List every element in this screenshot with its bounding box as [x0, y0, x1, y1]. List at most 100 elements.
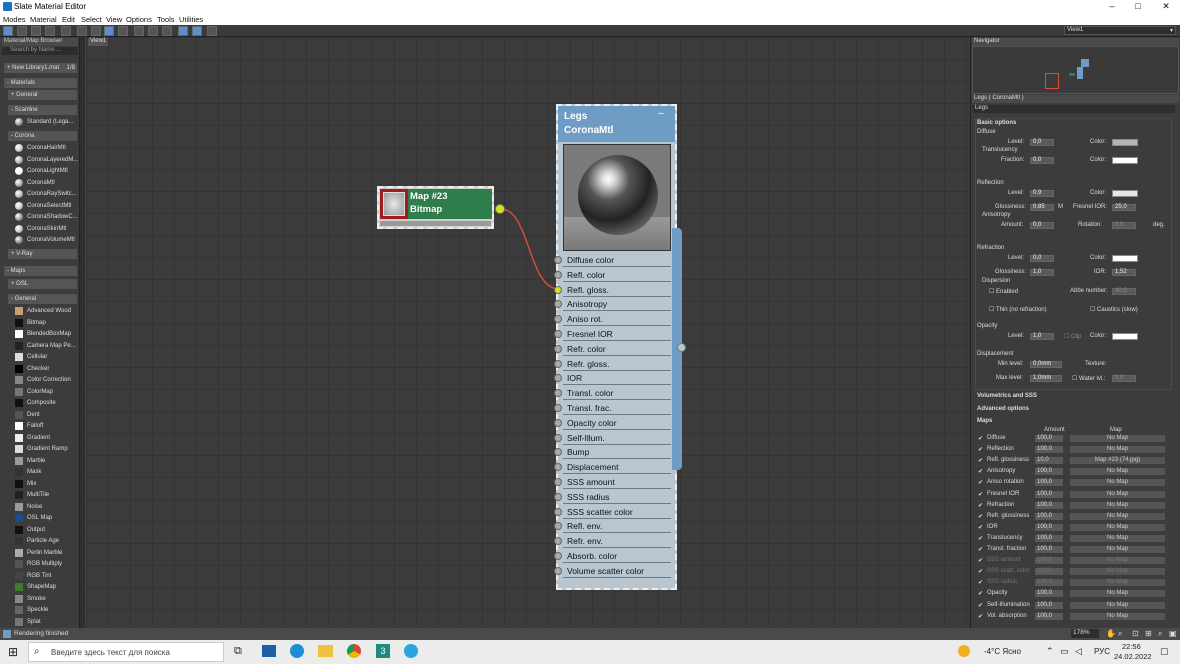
material-slot[interactable]: Transl. color — [563, 386, 671, 401]
map-item[interactable]: RGB Tint — [4, 571, 77, 581]
map-slot-button[interactable]: No Map — [1070, 435, 1165, 442]
menu-tools[interactable]: Tools — [157, 15, 175, 24]
pan-icon[interactable]: ✋ — [1106, 629, 1116, 638]
map-slot-amount[interactable]: 100,0 — [1035, 579, 1063, 587]
refr-color-swatch[interactable] — [1112, 255, 1138, 262]
aniso-rotation-input[interactable]: 0,0 — [1112, 222, 1136, 229]
map-item[interactable]: Particle Age — [4, 536, 77, 546]
fresnel-input[interactable]: 25,0 — [1112, 204, 1136, 211]
show-background-icon[interactable] — [118, 26, 128, 36]
map-slot-amount[interactable]: 100,0 — [1035, 534, 1063, 542]
map-slot-button[interactable]: No Map — [1070, 568, 1165, 576]
map-slot-amount[interactable]: 100,0 — [1035, 590, 1063, 598]
water-level-input[interactable]: 0,0 — [1112, 375, 1136, 382]
slot-input-port[interactable] — [554, 478, 562, 486]
map-slot-amount[interactable]: 100,0 — [1035, 435, 1063, 442]
vray-group[interactable]: + V-Ray — [8, 249, 77, 259]
map-item[interactable]: Checker — [4, 364, 77, 374]
map-slot-button[interactable]: No Map — [1070, 601, 1165, 609]
windows-start-icon[interactable]: ⊞ — [8, 645, 18, 659]
material-slot[interactable]: Aniso rot. — [563, 312, 671, 327]
task-view-icon[interactable]: ⧉ — [234, 645, 242, 658]
telegram-icon[interactable] — [404, 644, 418, 658]
corona-material-item[interactable]: CoronaVolumeMtl — [4, 235, 77, 245]
material-name-field[interactable]: Legs — [973, 105, 1175, 113]
map-slot-checkbox[interactable]: ✔ — [978, 514, 984, 520]
material-slot[interactable]: Bump — [563, 445, 671, 460]
layout-all-icon[interactable] — [134, 26, 144, 36]
map-slot-checkbox[interactable]: ✔ — [978, 492, 984, 498]
corona-material-item[interactable]: CoronaHairMtl — [4, 143, 77, 153]
menu-material[interactable]: Material — [30, 15, 57, 24]
slot-input-port[interactable] — [554, 285, 562, 294]
slot-input-port[interactable] — [554, 492, 562, 501]
move-children-icon[interactable] — [77, 26, 87, 36]
map-item[interactable]: Advanced Wood — [4, 306, 77, 316]
map-slot-amount[interactable]: 100,0 — [1035, 612, 1063, 620]
map-item[interactable]: ShapeMap — [4, 582, 77, 592]
material-slot[interactable]: SSS scatter color — [563, 505, 671, 519]
tray-arrow-icon[interactable]: ⌃ — [1046, 646, 1054, 657]
diffuse-level-input[interactable]: 0,0 — [1030, 139, 1054, 146]
fraction-input[interactable]: 0,0 — [1030, 157, 1054, 164]
minimize-button[interactable]: – — [1098, 0, 1126, 14]
water-level-checkbox[interactable]: ☐ Water lvl.: — [1072, 375, 1106, 382]
library-group[interactable]: + New Library1.mat 1/8 — [4, 63, 77, 73]
map-slot-button[interactable]: No Map — [1070, 490, 1165, 498]
menu-view[interactable]: View — [106, 15, 122, 24]
map-item[interactable]: BlendedBoxMap — [4, 329, 77, 339]
hide-unused-icon[interactable] — [91, 26, 101, 36]
chrome-icon[interactable] — [347, 644, 361, 658]
aniso-amount-input[interactable]: 0,0 — [1030, 222, 1054, 229]
map-item[interactable]: Cellular — [4, 352, 77, 362]
dispersion-enabled-checkbox[interactable]: ☐ Enabled — [989, 288, 1018, 295]
map-item[interactable]: Falloff — [4, 421, 77, 431]
material-slot[interactable]: Refl. color — [563, 268, 671, 282]
map-slot-amount[interactable]: 10,0 — [1035, 457, 1063, 465]
map-item[interactable]: Output — [4, 525, 77, 535]
map-slot-checkbox[interactable]: ✔ — [978, 458, 984, 464]
map-item[interactable]: Mix — [4, 479, 77, 489]
clip-checkbox[interactable]: ☐ Clip — [1064, 333, 1081, 340]
view-dropdown[interactable]: View1 ▾ — [1064, 26, 1176, 35]
material-slot[interactable]: Displacement — [563, 460, 671, 475]
map-item[interactable]: Bitmap — [4, 318, 77, 328]
map-slot-amount[interactable]: 100,0 — [1035, 468, 1063, 476]
map-slot-checkbox[interactable]: ✔ — [978, 469, 984, 475]
map-slot-button[interactable]: No Map — [1070, 468, 1165, 476]
opacity-color-swatch[interactable] — [1112, 333, 1138, 340]
slot-input-port[interactable] — [554, 566, 562, 575]
volumetrics-rollout[interactable]: Volumetrics and SSS — [977, 393, 1037, 399]
material-slot[interactable]: Refl. env. — [563, 519, 671, 534]
map-slot-amount[interactable]: 100,0 — [1035, 490, 1063, 498]
corona-material-item[interactable]: CoronaLayeredM... — [4, 155, 78, 165]
maximize-button[interactable]: □ — [1124, 0, 1152, 14]
materials-group[interactable]: - Materials — [4, 78, 77, 88]
slot-input-port[interactable] — [554, 270, 562, 279]
corona-group[interactable]: - Corona — [8, 131, 77, 141]
weather-text[interactable]: -4°C Ясно — [984, 647, 1021, 656]
map-item[interactable]: Smoke — [4, 594, 77, 604]
corona-material-item[interactable]: CoronaLightMtl — [4, 166, 77, 176]
map-item[interactable]: Noise — [4, 502, 77, 512]
assign-material-icon[interactable] — [45, 26, 55, 36]
map-item[interactable]: Gradient — [4, 433, 77, 443]
pick-material-icon[interactable] — [17, 26, 27, 36]
slot-input-port[interactable] — [554, 404, 562, 412]
map-item[interactable]: ColorMap — [4, 387, 77, 397]
refl-gloss-map-button[interactable]: M — [1058, 204, 1063, 210]
navigator-viewport-rect[interactable] — [1045, 73, 1059, 89]
network-icon[interactable]: ▭ — [1060, 646, 1069, 657]
map-item[interactable]: Mask — [4, 467, 77, 477]
map-item[interactable]: Marble — [4, 456, 77, 466]
map-slot-button[interactable]: No Map — [1070, 512, 1165, 520]
node-view-canvas[interactable] — [86, 37, 970, 628]
map-slot-amount[interactable]: 100,0 — [1035, 568, 1063, 576]
map-slot-button[interactable]: No Map — [1070, 590, 1165, 598]
abbe-input[interactable]: 40,0 — [1112, 288, 1136, 295]
put-material-icon[interactable] — [31, 26, 41, 36]
maps-rollout[interactable]: Maps — [977, 418, 992, 424]
map-item[interactable]: RGB Multiply — [4, 559, 77, 569]
material-slot[interactable]: Diffuse color — [563, 253, 671, 267]
corona-material-item[interactable]: CoronaSelectMtl — [4, 201, 77, 211]
